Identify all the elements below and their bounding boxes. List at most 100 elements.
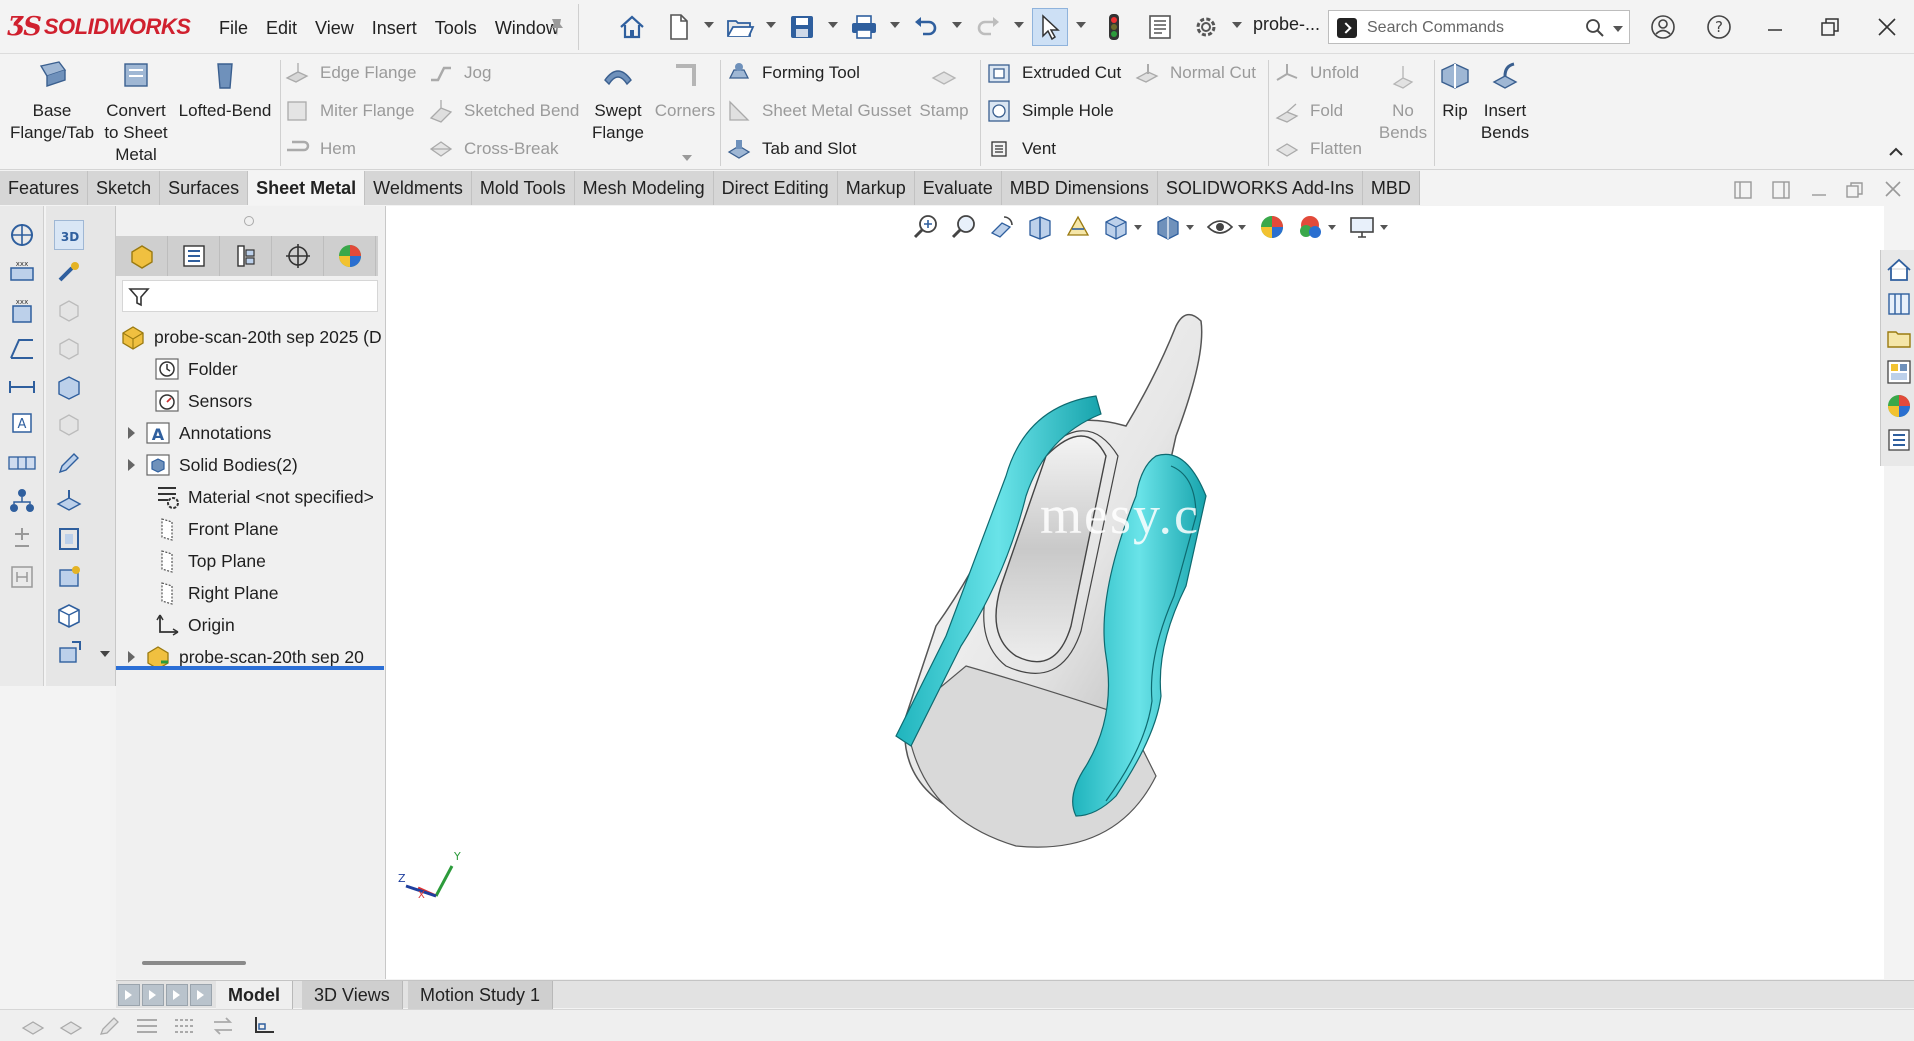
status-dashed-lines-icon[interactable]	[172, 1014, 198, 1038]
appearances-scenes-icon[interactable]	[1885, 392, 1913, 420]
hide-show-items-button[interactable]	[1204, 211, 1236, 243]
tab-sheet-metal[interactable]: Sheet Metal	[248, 171, 366, 205]
tab-sketch[interactable]: Sketch	[88, 171, 161, 205]
status-origin-icon[interactable]	[250, 1014, 276, 1038]
tab-3d-views[interactable]: 3D Views	[302, 981, 403, 1009]
base-flange-button[interactable]: Base Flange/Tab	[6, 60, 98, 144]
status-arrows-icon[interactable]	[210, 1014, 236, 1038]
tab-model[interactable]: Model	[216, 981, 293, 1009]
section-view-button[interactable]	[1024, 211, 1056, 243]
search-icon[interactable]	[1585, 18, 1605, 38]
doc-minimize-icon[interactable]	[1808, 180, 1830, 200]
print-dropdown-arrow[interactable]	[890, 22, 900, 28]
measure-button[interactable]: xxx	[7, 258, 37, 288]
displaymanager-tab[interactable]	[324, 236, 376, 276]
tool-9-button[interactable]	[54, 524, 84, 554]
filter-icon[interactable]	[127, 285, 151, 309]
corners-dropdown-arrow[interactable]	[682, 155, 692, 161]
tool-11-button[interactable]	[54, 600, 84, 630]
horizontal-scrollbar[interactable]	[142, 961, 246, 965]
jog-button[interactable]: Jog	[428, 58, 491, 88]
tree-item-folder[interactable]: Folder	[154, 354, 238, 384]
redo-dropdown-arrow[interactable]	[1014, 22, 1024, 28]
custom-properties-icon[interactable]	[1885, 426, 1913, 454]
zoom-to-fit-button[interactable]	[910, 211, 942, 243]
tab-surfaces[interactable]: Surfaces	[160, 171, 249, 205]
hide-show-dropdown-arrow[interactable]	[1238, 224, 1246, 230]
search-commands[interactable]	[1328, 10, 1630, 44]
previous-tab-arrow[interactable]	[142, 984, 164, 1006]
tree-item-origin[interactable]: Origin	[154, 610, 235, 640]
tool-12-button[interactable]	[54, 638, 84, 668]
tab-direct-editing[interactable]: Direct Editing	[713, 171, 838, 205]
sketched-bend-button[interactable]: Sketched Bend	[428, 96, 579, 126]
minimize-button[interactable]	[1760, 12, 1790, 42]
open-dropdown-arrow[interactable]	[766, 22, 776, 28]
insert-bends-button[interactable]: Insert Bends	[1476, 60, 1534, 144]
tab-mbd[interactable]: MBD	[1362, 171, 1420, 205]
options-button[interactable]	[1188, 8, 1224, 46]
dynamic-annotation-button[interactable]	[1062, 211, 1094, 243]
graphics-area[interactable]: mesy.com Y Z X	[386, 206, 1884, 979]
swept-flange-button[interactable]: Swept Flange	[586, 60, 650, 144]
tab-motion-study-1[interactable]: Motion Study 1	[408, 981, 554, 1009]
tab-evaluate[interactable]: Evaluate	[914, 171, 1002, 205]
open-button[interactable]	[722, 8, 758, 46]
undo-dropdown-arrow[interactable]	[952, 22, 962, 28]
tab-mesh-modeling[interactable]: Mesh Modeling	[574, 171, 714, 205]
sheet-metal-gusset-button[interactable]: Sheet Metal Gusset	[726, 96, 911, 126]
status-tool-2-icon[interactable]	[58, 1014, 84, 1038]
expand-arrow-icon[interactable]	[128, 651, 135, 663]
lofted-bend-button[interactable]: Lofted-Bend	[176, 60, 274, 122]
propertymanager-tab[interactable]	[168, 236, 220, 276]
tab-solidworks-add-ins[interactable]: SOLIDWORKS Add-Ins	[1157, 171, 1363, 205]
hem-button[interactable]: Hem	[284, 134, 356, 164]
save-button[interactable]	[784, 8, 820, 46]
datum-button[interactable]	[7, 562, 37, 592]
rip-button[interactable]: Rip	[1438, 60, 1472, 122]
options-dropdown-arrow[interactable]	[1232, 22, 1242, 28]
apply-scene-button[interactable]	[1294, 211, 1326, 243]
stamp-button[interactable]: Stamp	[914, 60, 974, 122]
undo-button[interactable]	[908, 8, 944, 46]
tree-item-sensors[interactable]: Sensors	[154, 386, 252, 416]
menu-view[interactable]: View	[306, 14, 363, 43]
close-button[interactable]	[1872, 12, 1902, 42]
file-properties-button[interactable]	[1142, 8, 1178, 46]
forming-tool-button[interactable]: Forming Tool	[726, 58, 860, 88]
menu-insert[interactable]: Insert	[363, 14, 426, 43]
smart-dimension-button[interactable]	[7, 220, 37, 250]
menu-edit[interactable]: Edit	[257, 14, 306, 43]
tree-item-solid-bodies[interactable]: Solid Bodies(2)	[128, 450, 298, 480]
tree-item-front-plane[interactable]: Front Plane	[154, 514, 278, 544]
tree-root-part[interactable]: probe-scan-20th sep 2025 (D	[120, 322, 382, 352]
tool-2-button[interactable]	[54, 258, 84, 288]
table-button[interactable]	[7, 448, 37, 478]
first-tab-arrow[interactable]	[118, 984, 140, 1006]
flatten-button[interactable]: Flatten	[1274, 134, 1362, 164]
menu-file[interactable]: File	[210, 14, 257, 43]
expand-arrow-icon[interactable]	[128, 459, 135, 471]
doc-restore-icon[interactable]	[1844, 180, 1866, 200]
zoom-to-area-button[interactable]	[948, 211, 980, 243]
last-tab-arrow[interactable]	[190, 984, 212, 1006]
note-button[interactable]: A	[7, 410, 37, 440]
view-palette-icon[interactable]	[1885, 358, 1913, 386]
menu-tools[interactable]: Tools	[426, 14, 486, 43]
tab-mold-tools[interactable]: Mold Tools	[471, 171, 575, 205]
status-tool-1-icon[interactable]	[20, 1014, 46, 1038]
solidworks-logo[interactable]: ƷS SOLIDWORKS	[8, 10, 191, 44]
tree-item-right-plane[interactable]: Right Plane	[154, 578, 278, 608]
dimension-button[interactable]	[7, 372, 37, 402]
tool-8-button[interactable]	[54, 486, 84, 516]
redo-button[interactable]	[970, 8, 1006, 46]
extruded-cut-button[interactable]: Extruded Cut	[986, 58, 1121, 88]
search-dropdown-arrow[interactable]	[1613, 26, 1623, 32]
home-button[interactable]	[614, 8, 650, 46]
help-icon[interactable]: ?	[1706, 14, 1732, 40]
tab-markup[interactable]: Markup	[837, 171, 915, 205]
view-orientation-dropdown-arrow[interactable]	[1134, 224, 1142, 230]
view-orientation-button[interactable]	[1100, 211, 1132, 243]
hierarchy-button[interactable]	[7, 486, 37, 516]
rollback-bar[interactable]	[116, 666, 384, 670]
